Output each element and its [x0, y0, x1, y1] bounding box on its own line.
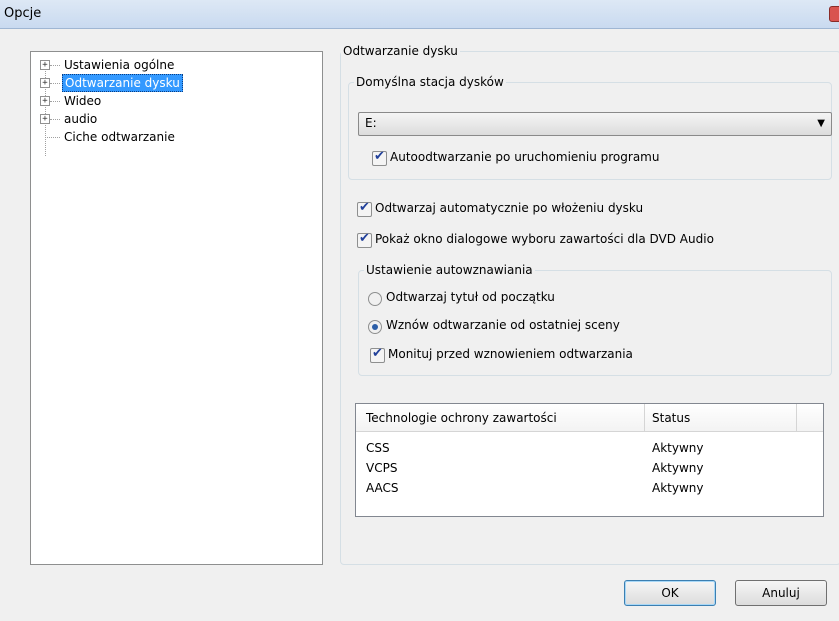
tree-item-label: Wideo	[64, 94, 102, 108]
resume-from-start-label: Odtwarzaj tytuł od początku	[386, 290, 555, 304]
close-icon[interactable]	[829, 6, 839, 22]
resume-from-start-radio[interactable]	[368, 292, 382, 306]
autoplay-on-start-label: Autoodtwarzanie po uruchomieniu programu	[390, 150, 660, 164]
tree-item-label: Ciche odtwarzanie	[64, 130, 175, 144]
auto-play-on-insert-checkbox[interactable]: ✔	[357, 200, 372, 217]
auto-play-on-insert-label: Odtwarzaj automatycznie po włożeniu dysk…	[375, 201, 644, 215]
chevron-down-icon: ▼	[817, 118, 825, 129]
dvd-audio-dialog-checkbox[interactable]: ✔	[357, 231, 372, 248]
panel-title: Odtwarzanie dysku	[341, 44, 460, 58]
tree-item-video[interactable]: + Wideo	[31, 92, 321, 110]
tree-item-silent-playback[interactable]: Ciche odtwarzanie	[31, 128, 321, 146]
column-header-status[interactable]: Status	[652, 411, 690, 425]
checkmark-icon: ✔	[374, 149, 385, 164]
tree-connector	[45, 137, 60, 138]
autoplay-on-start-checkbox[interactable]: ✔	[372, 149, 387, 166]
tree-connector	[50, 119, 60, 120]
resume-settings-group-title: Ustawienie autowznawiania	[364, 263, 535, 277]
prompt-before-resume-label: Monituj przed wznowieniem odtwarzania	[388, 347, 633, 361]
tree-item-label-selected: Odtwarzanie dysku	[62, 74, 183, 92]
expand-icon[interactable]: +	[40, 78, 50, 88]
column-header-technology[interactable]: Technologie ochrony zawartości	[366, 411, 557, 425]
table-header: Technologie ochrony zawartości Status	[356, 404, 823, 432]
checkmark-icon: ✔	[359, 231, 370, 246]
expand-icon[interactable]: +	[40, 60, 50, 70]
window-title: Opcje	[4, 6, 42, 21]
tree-connector	[50, 83, 60, 84]
expand-icon[interactable]: +	[40, 114, 50, 124]
column-separator[interactable]	[796, 404, 797, 431]
tree-item-audio[interactable]: + audio	[31, 110, 321, 128]
content-protection-table[interactable]: Technologie ochrony zawartości Status CS…	[355, 403, 824, 517]
drive-select[interactable]: E: ▼	[358, 112, 832, 136]
tree-item-label: audio	[64, 112, 98, 126]
options-tree[interactable]: + Ustawienia ogólne + Odtwarzanie dysku …	[30, 51, 323, 565]
tree-item-label: Ustawienia ogólne	[64, 58, 175, 72]
tree-connector	[50, 101, 60, 102]
drive-select-value: E:	[365, 116, 377, 130]
table-cell-status: Aktywny	[652, 441, 704, 455]
default-drive-group-title: Domyślna stacja dysków	[354, 75, 506, 89]
column-separator[interactable]	[644, 404, 645, 431]
checkmark-icon: ✔	[372, 346, 383, 361]
ok-button[interactable]: OK	[624, 580, 716, 606]
dvd-audio-dialog-label: Pokaż okno dialogowe wyboru zawartości d…	[375, 232, 714, 246]
radio-selected-dot	[372, 324, 378, 330]
expand-icon[interactable]: +	[40, 96, 50, 106]
tree-item-general-settings[interactable]: + Ustawienia ogólne	[31, 56, 321, 74]
tree-item-disc-playback[interactable]: + Odtwarzanie dysku	[31, 74, 321, 92]
table-cell-tech: CSS	[366, 441, 390, 455]
table-cell-status: Aktywny	[652, 461, 704, 475]
resume-last-scene-radio[interactable]	[368, 320, 382, 334]
table-cell-tech: VCPS	[366, 461, 398, 475]
tree-connector	[50, 65, 60, 66]
checkmark-icon: ✔	[359, 200, 370, 215]
table-cell-status: Aktywny	[652, 481, 704, 495]
title-bar: Opcje	[0, 0, 839, 29]
table-cell-tech: AACS	[366, 481, 399, 495]
cancel-button[interactable]: Anuluj	[735, 580, 827, 606]
resume-last-scene-label: Wznów odtwarzanie od ostatniej sceny	[386, 318, 620, 332]
prompt-before-resume-checkbox[interactable]: ✔	[370, 346, 385, 363]
